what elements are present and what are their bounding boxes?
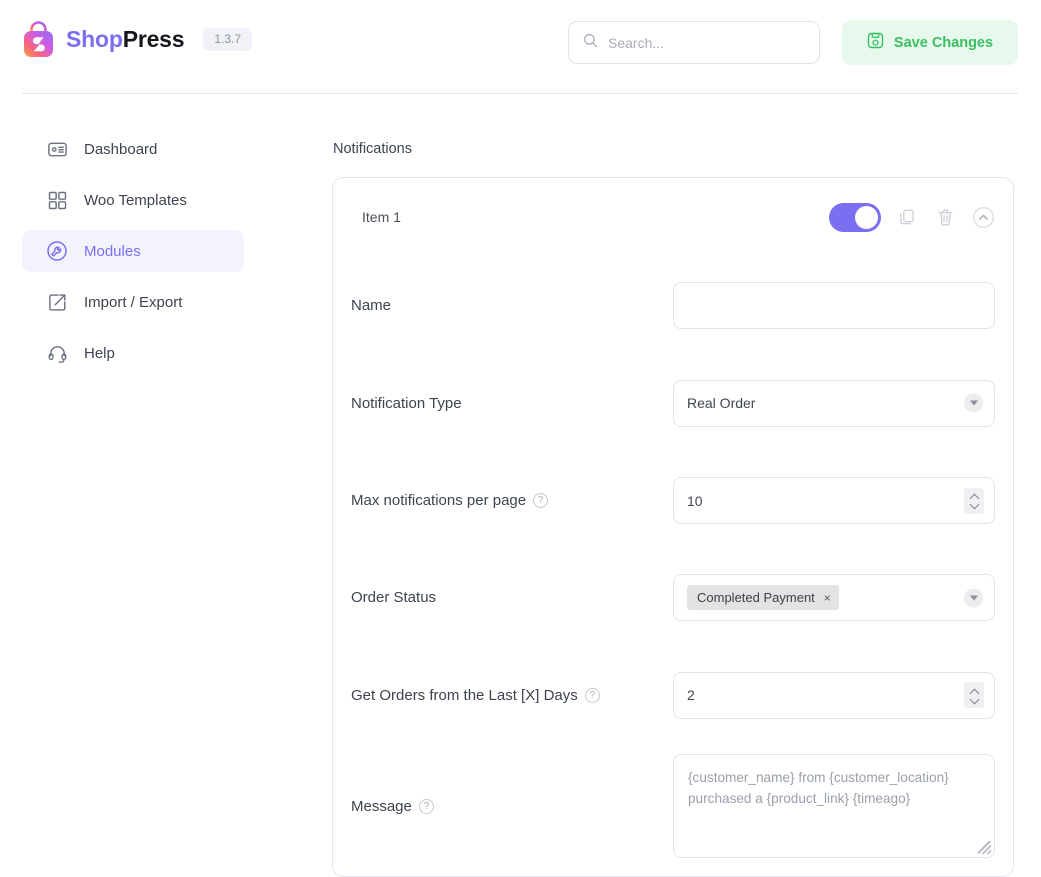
main-panel: Notifications Item 1 Name Notification T… [332, 128, 1014, 877]
sidebar-item-dashboard[interactable]: Dashboard [22, 128, 244, 170]
save-changes-label: Save Changes [893, 34, 994, 51]
field-label-text: Message [351, 797, 412, 815]
message-textarea[interactable]: {customer_name} from {customer_location}… [673, 754, 995, 858]
export-box-icon [46, 291, 68, 313]
notification-item-card: Item 1 Name Notification Type Real Order… [332, 177, 1014, 877]
field-row-order-status: Order Status Completed Payment × [333, 549, 1013, 646]
field-row-notification-type: Notification Type Real Order [333, 354, 1013, 452]
field-label-text: Get Orders from the Last [X] Days [351, 686, 578, 704]
search-input[interactable]: Search... [568, 21, 820, 64]
toggle-knob [855, 205, 878, 229]
number-stepper[interactable] [964, 682, 984, 708]
name-input[interactable] [673, 281, 995, 329]
card-header-actions [829, 202, 995, 232]
field-label: Notification Type [351, 395, 673, 412]
field-control: 10 [673, 477, 995, 524]
help-icon[interactable]: ? [584, 687, 600, 703]
field-row-max-notifications: Max notifications per page ? 10 [333, 452, 1013, 549]
order-days-value: 2 [687, 687, 695, 703]
help-icon[interactable]: ? [533, 493, 549, 508]
chip-remove-icon[interactable]: × [824, 591, 831, 605]
field-label-text: Max notifications per page [351, 492, 527, 509]
order-status-multiselect[interactable]: Completed Payment × [673, 574, 995, 621]
field-control [673, 281, 995, 329]
chevron-up-circle-icon[interactable] [971, 205, 995, 229]
grid-squares-icon [46, 189, 68, 211]
stepper-down-icon[interactable] [970, 697, 979, 702]
sidebar-item-label: Help [84, 344, 115, 362]
sidebar-item-modules[interactable]: Modules [22, 230, 244, 272]
save-disk-icon [867, 32, 884, 54]
notification-type-value: Real Order [687, 395, 756, 411]
field-label: Order Status [351, 589, 673, 606]
sidebar: Dashboard Woo Templates Modules Import /… [22, 128, 244, 383]
trash-icon[interactable] [933, 205, 957, 229]
page-title: Notifications [333, 141, 412, 157]
stepper-up-icon[interactable] [970, 689, 979, 694]
sidebar-item-label: Dashboard [84, 140, 158, 158]
brand-name-second: Press [122, 26, 185, 52]
max-notifications-value: 10 [687, 492, 703, 509]
field-label: Message ? [351, 798, 673, 815]
card-header: Item 1 [333, 178, 1013, 256]
field-control: Completed Payment × [673, 574, 995, 621]
sidebar-item-label: Modules [84, 242, 141, 260]
help-icon[interactable]: ? [418, 798, 434, 814]
brand: ShopPress 1.3.7 [22, 20, 253, 59]
notification-type-select[interactable]: Real Order [673, 379, 995, 427]
field-control: {customer_name} from {customer_location}… [673, 754, 995, 858]
sidebar-item-label: Import / Export [84, 293, 183, 311]
field-label: Name [351, 297, 673, 314]
max-notifications-input[interactable]: 10 [673, 477, 995, 524]
version-badge: 1.3.7 [203, 28, 253, 51]
stepper-down-icon[interactable] [970, 502, 979, 507]
field-label: Max notifications per page ? [351, 492, 673, 509]
chevron-down-icon[interactable] [964, 588, 983, 607]
header-divider [22, 93, 1018, 94]
dashboard-card-icon [46, 138, 68, 160]
headset-icon [46, 342, 68, 364]
message-textarea-value: {customer_name} from {customer_location}… [688, 770, 949, 806]
brand-name: ShopPress [66, 26, 185, 52]
field-row-name: Name [333, 256, 1013, 354]
order-days-input[interactable]: 2 [673, 671, 995, 719]
wrench-circle-icon [46, 240, 68, 262]
sidebar-item-import-export[interactable]: Import / Export [22, 281, 244, 323]
chevron-down-icon[interactable] [964, 393, 983, 413]
field-control: 2 [673, 671, 995, 719]
order-status-chip: Completed Payment × [687, 585, 839, 610]
item-title: Item 1 [362, 209, 401, 225]
item-enabled-toggle[interactable] [829, 202, 881, 232]
field-label: Get Orders from the Last [X] Days ? [351, 687, 673, 704]
brand-name-first: Shop [66, 26, 123, 52]
search-placeholder: Search... [608, 34, 665, 51]
number-stepper[interactable] [964, 487, 984, 514]
field-control: Real Order [673, 379, 995, 427]
field-label-text: Notification Type [351, 394, 462, 412]
sidebar-item-label: Woo Templates [84, 191, 187, 209]
field-label-text: Order Status [351, 589, 437, 606]
resize-handle[interactable] [978, 841, 991, 854]
chip-label: Completed Payment [697, 590, 815, 605]
app-header: ShopPress 1.3.7 Search... Save Changes [0, 0, 1041, 94]
save-changes-button[interactable]: Save Changes [842, 20, 1018, 65]
shopping-bag-icon [22, 20, 57, 59]
search-icon [583, 33, 598, 53]
sidebar-item-woo-templates[interactable]: Woo Templates [22, 179, 244, 221]
field-row-message: Message ? {customer_name} from {customer… [333, 744, 1013, 868]
field-label-text: Name [351, 296, 392, 314]
field-row-order-days: Get Orders from the Last [X] Days ? 2 [333, 646, 1013, 744]
sidebar-item-help[interactable]: Help [22, 332, 244, 374]
duplicate-icon[interactable] [895, 205, 919, 229]
